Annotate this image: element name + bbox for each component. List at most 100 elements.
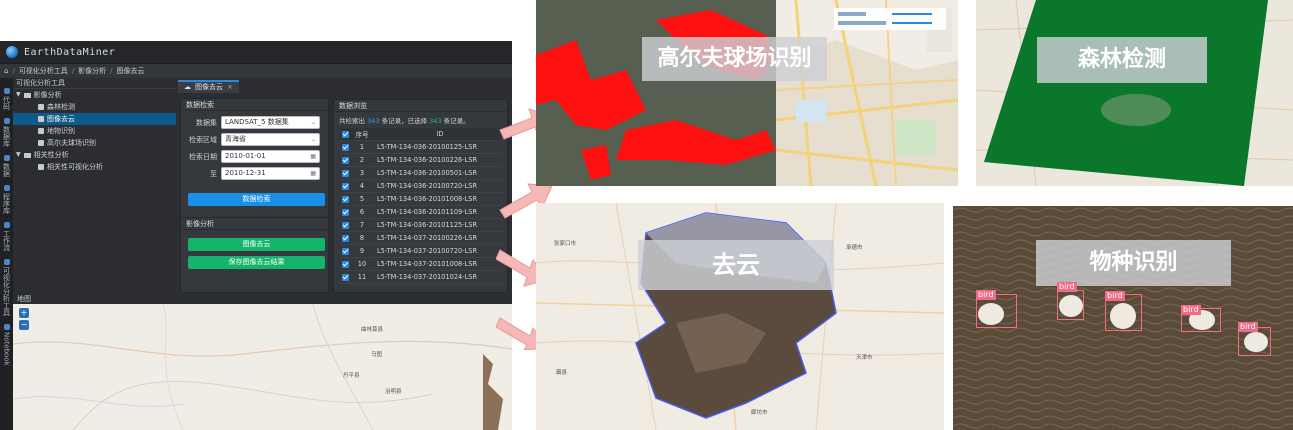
date-to-input[interactable]: 2010-12-31 ▦: [221, 167, 320, 180]
select-all-checkbox[interactable]: [342, 130, 349, 138]
row-checkbox[interactable]: [342, 156, 349, 164]
breadcrumb-item[interactable]: 影像分析: [78, 66, 106, 76]
cloud-label: 去云: [638, 240, 834, 290]
tool-icon: [38, 164, 44, 170]
region-select[interactable]: 青海省 ⌄: [221, 133, 320, 146]
calendar-icon: ▦: [310, 153, 316, 160]
tree-item-correlation-visual[interactable]: 相关性可视化分析: [13, 161, 176, 173]
analysis-panel: 影像分析 图像去云 保存图像去云结果: [180, 217, 329, 293]
earthdataminer-window: EarthDataMiner ⌂ / 可视化分析工具 / 影像分析 / 图像去云…: [0, 41, 512, 430]
detection-tag: bird: [1181, 305, 1201, 315]
species-result-image: 物种识别 bird bird bird bird bird: [953, 206, 1293, 430]
tool-icon: [38, 104, 44, 110]
map-place-label: 丹平县: [343, 373, 360, 379]
tree-item-image-analysis[interactable]: ▼ 影像分析: [13, 89, 176, 101]
browse-panel-title: 数据浏览: [334, 100, 507, 112]
breadcrumb-item[interactable]: 图像去云: [117, 66, 145, 76]
close-icon[interactable]: ×: [227, 81, 233, 94]
calendar-icon: ▦: [310, 170, 316, 177]
map-place-label: 乌图: [371, 352, 383, 358]
row-checkbox[interactable]: [342, 182, 349, 190]
activity-workflow[interactable]: 工作流: [2, 222, 12, 251]
tree-item-declouding[interactable]: 图像去云: [13, 113, 176, 125]
table-row[interactable]: 7 L5-TM-134-036-20101125-LSR: [340, 219, 503, 232]
table-row[interactable]: 5 L5-TM-134-036-20101008-LSR: [340, 193, 503, 206]
row-id: L5-TM-134-037-20100226-LSR: [377, 234, 478, 242]
row-checkbox[interactable]: [342, 273, 349, 281]
activity-database[interactable]: 数据库: [2, 118, 12, 147]
search-panel: 数据检索 数据集 LANDSAT_5 数据集 ⌄ 检索区域 青海省 ⌄ 检索日期 2…: [180, 98, 329, 219]
row-no: 4: [359, 182, 365, 190]
tool-icon: [38, 128, 44, 134]
activity-notebook[interactable]: Notebook: [3, 324, 11, 366]
date-from-input[interactable]: 2010-01-01 ▦: [221, 150, 320, 163]
row-checkbox[interactable]: [342, 234, 349, 242]
row-no: 2: [359, 156, 365, 164]
cloud-icon: ☁: [184, 83, 191, 91]
zoom-out-button[interactable]: −: [19, 320, 29, 330]
row-checkbox[interactable]: [342, 221, 349, 229]
activity-code[interactable]: 代码: [2, 88, 12, 110]
caret-down-icon: ▼: [16, 91, 21, 98]
table-body: 1 L5-TM-134-036-20100125-LSR 2 L5-TM-134-03…: [340, 141, 503, 284]
table-row[interactable]: 9 L5-TM-134-037-20100720-LSR: [340, 245, 503, 258]
tool-icon: [38, 116, 44, 122]
zoom-in-button[interactable]: +: [19, 308, 29, 318]
table-row[interactable]: 10 L5-TM-134-037-20101008-LSR: [340, 258, 503, 271]
table-row[interactable]: 1 L5-TM-134-036-20100125-LSR: [340, 141, 503, 154]
map-panel[interactable]: 地图 + − 曲林莫县 乌图 丹平县 治明县: [13, 294, 512, 430]
to-label: 至: [210, 169, 217, 178]
home-icon[interactable]: ⌂: [4, 67, 8, 75]
row-id: L5-TM-134-036-20100125-LSR: [377, 143, 478, 151]
table-row[interactable]: 2 L5-TM-134-036-20100226-LSR: [340, 154, 503, 167]
map-place-label: 廊坊市: [751, 410, 768, 416]
library-icon: [3, 185, 10, 191]
row-no: 5: [359, 195, 365, 203]
tree-item-correlation[interactable]: ▼ 相关性分析: [13, 149, 176, 161]
row-id: L5-TM-134-036-20100501-LSR: [377, 169, 478, 177]
breadcrumb-item[interactable]: 可视化分析工具: [19, 66, 68, 76]
table-row[interactable]: 3 L5-TM-134-036-20100501-LSR: [340, 167, 503, 180]
row-no: 3: [359, 169, 365, 177]
row-id: L5-TM-134-036-20101125-LSR: [377, 221, 478, 229]
detection-tag: bird: [1057, 282, 1077, 292]
search-button[interactable]: 数据检索: [188, 193, 325, 206]
activity-library[interactable]: 程序库: [2, 185, 12, 214]
chevron-down-icon: ⌄: [310, 136, 316, 143]
declouding-button[interactable]: 图像去云: [188, 238, 325, 251]
tree-header: 可视化分析工具: [13, 78, 176, 89]
database-icon: [3, 118, 10, 124]
table-row[interactable]: 8 L5-TM-134-037-20100226-LSR: [340, 232, 503, 245]
row-checkbox[interactable]: [342, 247, 349, 255]
notebook-icon: [3, 324, 10, 330]
row-checkbox[interactable]: [342, 260, 349, 268]
activity-visual-tools[interactable]: 可视化分析工具: [2, 259, 12, 316]
row-checkbox[interactable]: [342, 143, 349, 151]
row-checkbox[interactable]: [342, 195, 349, 203]
save-result-button[interactable]: 保存图像去云结果: [188, 256, 325, 269]
row-checkbox[interactable]: [342, 208, 349, 216]
cloud-result-image: 张家口市 承德市 天津市 廊坊市 霸县 去云: [536, 203, 944, 430]
table-row[interactable]: 4 L5-TM-134-036-20100720-LSR: [340, 180, 503, 193]
activity-data[interactable]: 数据: [2, 155, 12, 177]
row-id: L5-TM-134-036-20100720-LSR: [377, 182, 478, 190]
forest-result-image: 森林检测: [976, 0, 1293, 186]
chevron-down-icon: ⌄: [310, 119, 316, 126]
dataset-select[interactable]: LANDSAT_5 数据集 ⌄: [221, 116, 320, 129]
table-row[interactable]: 6 L5-TM-134-036-20101109-LSR: [340, 206, 503, 219]
tab-declouding[interactable]: ☁ 图像去云 ×: [178, 80, 239, 93]
tree-item-golf[interactable]: 高尔夫球场识别: [13, 137, 176, 149]
code-icon: [3, 88, 10, 94]
visual-tools-icon: [3, 259, 10, 265]
app-header: EarthDataMiner: [0, 41, 512, 64]
tree-item-forest[interactable]: 森林检测: [13, 101, 176, 113]
species-label: 物种识别: [1036, 240, 1231, 286]
detection-tag: bird: [1105, 291, 1125, 301]
tree-item-ground-object[interactable]: 地物识别: [13, 125, 176, 137]
row-no: 10: [357, 260, 367, 268]
browse-panel: 数据浏览 共检索出 343 条记录，已选择 343 条记录。 序号 ID 1 L5…: [333, 99, 508, 293]
table-row[interactable]: 11 L5-TM-134-037-20101024-LSR: [340, 271, 503, 284]
map-place-label: 治明县: [385, 389, 402, 395]
row-checkbox[interactable]: [342, 169, 349, 177]
row-no: 1: [359, 143, 365, 151]
